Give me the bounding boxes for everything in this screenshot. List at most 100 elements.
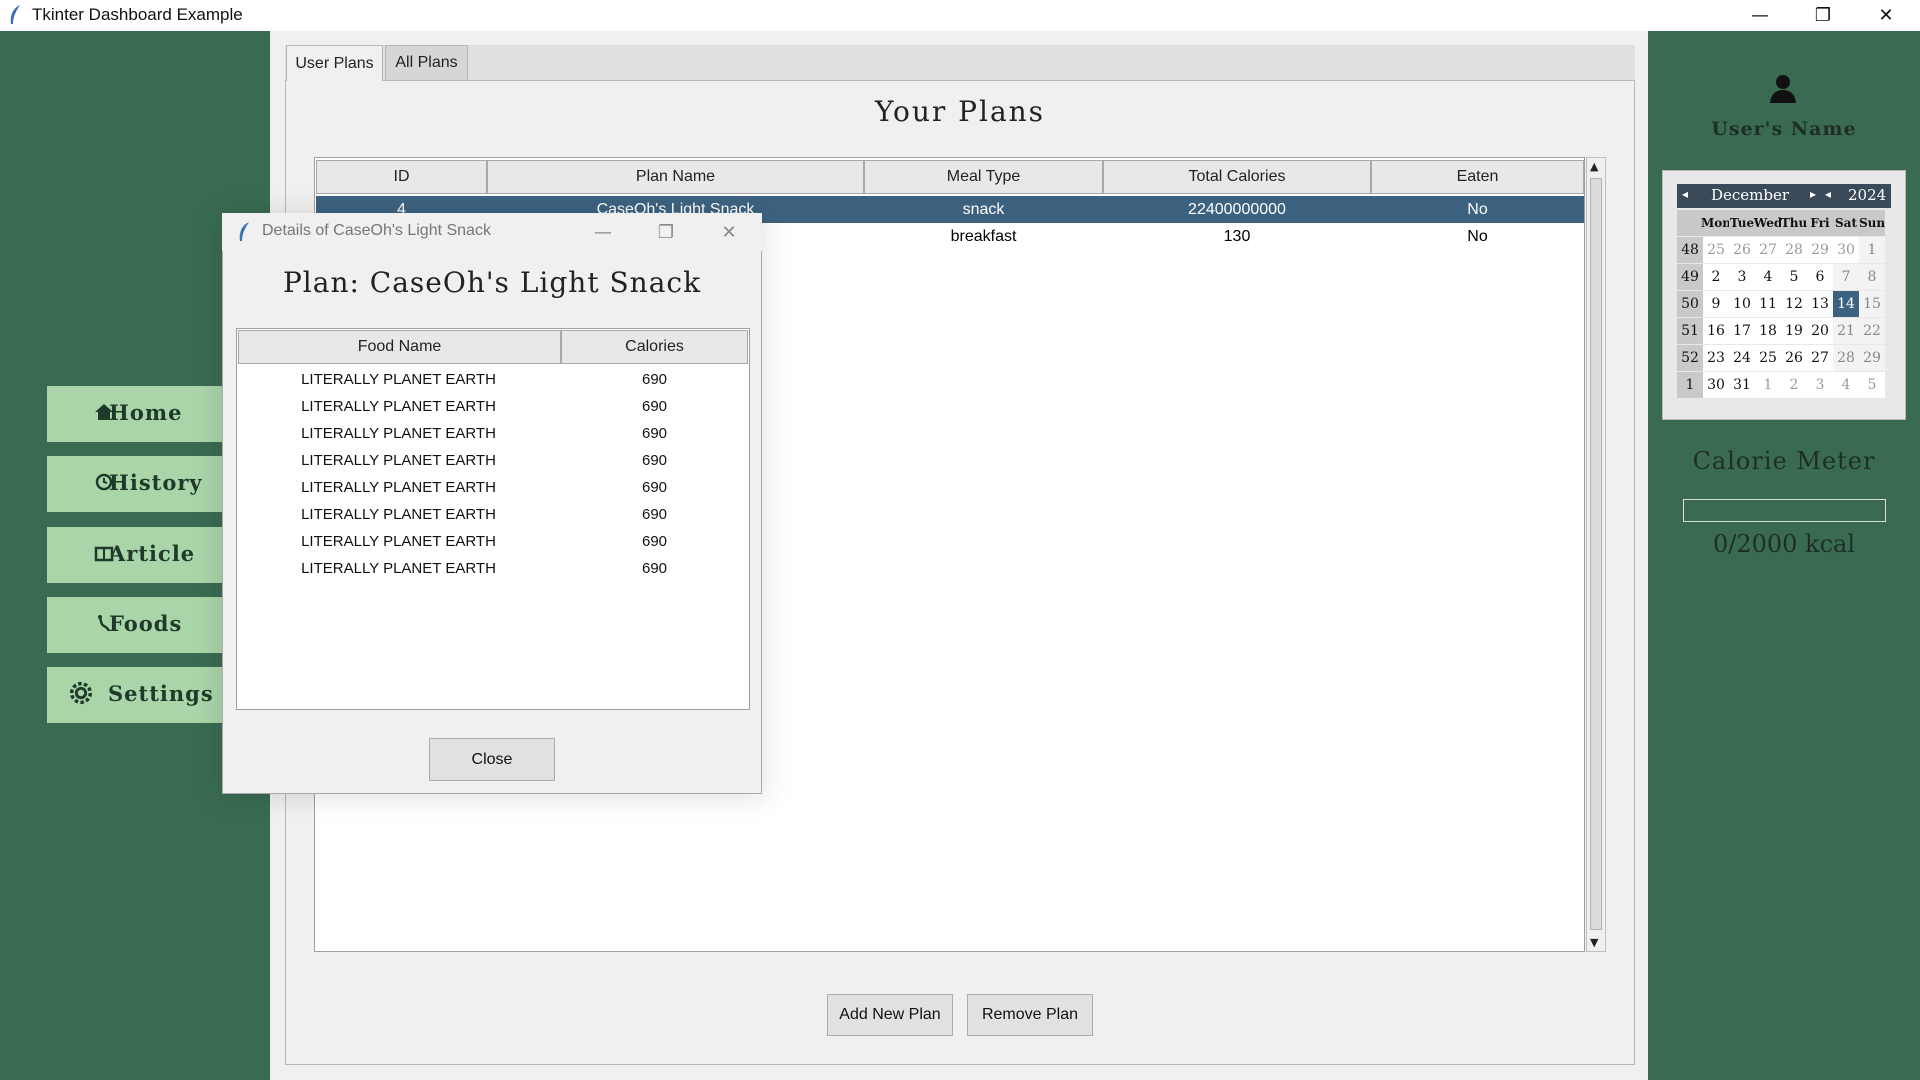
column-header-plan-name[interactable]: Plan Name: [487, 160, 864, 194]
calendar-week-number: 51: [1677, 318, 1703, 344]
calendar-day[interactable]: 4: [1833, 372, 1859, 398]
calendar-day[interactable]: 26: [1729, 237, 1755, 263]
calendar-weekday-header: Wed: [1754, 210, 1782, 236]
sidebar-item-history[interactable]: History: [47, 456, 222, 512]
dialog-minimize-button[interactable]: —: [574, 216, 632, 248]
tab-user-plans[interactable]: User Plans: [286, 45, 383, 81]
food-calories-cell: 690: [641, 398, 668, 415]
list-item[interactable]: LITERALLY PLANET EARTH 690: [238, 420, 748, 447]
calendar-day[interactable]: 23: [1703, 345, 1729, 371]
calendar-day[interactable]: 9: [1703, 291, 1729, 317]
calendar-day[interactable]: 2: [1703, 264, 1729, 290]
food-name-cell: LITERALLY PLANET EARTH: [301, 533, 496, 550]
sidebar-item-home[interactable]: Home: [47, 386, 222, 442]
calendar-day[interactable]: 4: [1755, 264, 1781, 290]
sidebar-item-label: Article: [109, 541, 196, 566]
close-window-button[interactable]: ✕: [1856, 0, 1916, 31]
remove-plan-button[interactable]: Remove Plan: [967, 994, 1093, 1036]
calendar-day[interactable]: 20: [1807, 318, 1833, 344]
scrollbar-thumb[interactable]: [1590, 178, 1602, 930]
food-name-cell: LITERALLY PLANET EARTH: [301, 452, 496, 469]
calendar-day[interactable]: 7: [1833, 264, 1859, 290]
food-name-cell: LITERALLY PLANET EARTH: [301, 371, 496, 388]
scroll-down-icon[interactable]: ▼: [1590, 936, 1598, 949]
calendar-day[interactable]: 10: [1729, 291, 1755, 317]
calorie-meter-bar: [1683, 499, 1886, 522]
maximize-button[interactable]: ❐: [1793, 0, 1853, 31]
calendar-day[interactable]: 31: [1729, 372, 1755, 398]
calendar-day[interactable]: 28: [1781, 237, 1807, 263]
column-header-eaten[interactable]: Eaten: [1371, 160, 1584, 194]
list-item[interactable]: LITERALLY PLANET EARTH 690: [238, 501, 748, 528]
food-calories-cell: 690: [641, 371, 668, 388]
next-month-icon[interactable]: ▸: [1810, 187, 1816, 201]
close-button[interactable]: Close: [429, 738, 555, 781]
calendar-day[interactable]: 28: [1833, 345, 1859, 371]
food-name-cell: LITERALLY PLANET EARTH: [301, 425, 496, 442]
column-header-food-name[interactable]: Food Name: [238, 330, 561, 364]
calendar-weekday-header: Sat: [1833, 210, 1859, 236]
calendar-day[interactable]: 22: [1859, 318, 1885, 344]
column-header-meal-type[interactable]: Meal Type: [864, 160, 1103, 194]
sidebar-item-article[interactable]: Article: [47, 527, 222, 583]
calendar-day[interactable]: 8: [1859, 264, 1885, 290]
calendar-day[interactable]: 29: [1859, 345, 1885, 371]
calendar-day[interactable]: 11: [1755, 291, 1781, 317]
calendar-day[interactable]: 26: [1781, 345, 1807, 371]
calendar-day[interactable]: 27: [1755, 237, 1781, 263]
add-new-plan-button[interactable]: Add New Plan: [827, 994, 953, 1036]
calendar-header: ◂ December ▸ ◂ 2024: [1677, 184, 1891, 208]
gear-icon: [69, 681, 93, 705]
calendar-day[interactable]: 14: [1833, 291, 1859, 317]
sidebar-item-foods[interactable]: Foods: [47, 597, 222, 653]
prev-month-icon[interactable]: ◂: [1682, 187, 1688, 201]
list-item[interactable]: LITERALLY PLANET EARTH 690: [238, 366, 748, 393]
calendar-day[interactable]: 25: [1703, 237, 1729, 263]
column-header-calories[interactable]: Calories: [561, 330, 748, 364]
sidebar-item-settings[interactable]: Settings: [47, 667, 222, 723]
list-item[interactable]: LITERALLY PLANET EARTH 690: [238, 393, 748, 420]
prev-year-icon[interactable]: ◂: [1825, 187, 1831, 201]
list-item[interactable]: LITERALLY PLANET EARTH 690: [238, 528, 748, 555]
column-header-id[interactable]: ID: [316, 160, 487, 194]
sidebar-item-label: History: [109, 470, 203, 495]
window-title: Tkinter Dashboard Example: [32, 5, 243, 24]
calendar-day[interactable]: 21: [1833, 318, 1859, 344]
calendar-day[interactable]: 5: [1859, 372, 1885, 398]
calendar-day[interactable]: 19: [1781, 318, 1807, 344]
calendar-day[interactable]: 5: [1781, 264, 1807, 290]
tab-all-plans[interactable]: All Plans: [385, 45, 468, 81]
scroll-up-icon[interactable]: ▲: [1590, 160, 1598, 173]
column-header-total-calories[interactable]: Total Calories: [1103, 160, 1371, 194]
list-item[interactable]: LITERALLY PLANET EARTH 690: [238, 474, 748, 501]
calendar-day[interactable]: 25: [1755, 345, 1781, 371]
calendar-day[interactable]: 1: [1859, 237, 1885, 263]
calendar-weekday-header: Sun: [1859, 210, 1885, 236]
calendar-day[interactable]: 13: [1807, 291, 1833, 317]
calendar-day[interactable]: 18: [1755, 318, 1781, 344]
calendar-day[interactable]: 30: [1833, 237, 1859, 263]
list-item[interactable]: LITERALLY PLANET EARTH 690: [238, 555, 748, 582]
user-icon: [1770, 75, 1796, 103]
calendar-day[interactable]: 16: [1703, 318, 1729, 344]
minimize-button[interactable]: —: [1730, 0, 1790, 31]
calendar-day[interactable]: 27: [1807, 345, 1833, 371]
calendar-day[interactable]: 30: [1703, 372, 1729, 398]
food-name-cell: LITERALLY PLANET EARTH: [301, 506, 496, 523]
dialog-close-icon[interactable]: ✕: [700, 216, 758, 248]
tab-bar: [285, 45, 1635, 81]
calendar-day[interactable]: 3: [1729, 264, 1755, 290]
calendar-day[interactable]: 2: [1781, 372, 1807, 398]
calendar-day[interactable]: 15: [1859, 291, 1885, 317]
calendar-day[interactable]: 17: [1729, 318, 1755, 344]
calendar-day[interactable]: 6: [1807, 264, 1833, 290]
calendar-weekday-header: Mon: [1701, 210, 1731, 236]
calendar-day[interactable]: 29: [1807, 237, 1833, 263]
calendar-day[interactable]: 1: [1755, 372, 1781, 398]
calendar-day[interactable]: 24: [1729, 345, 1755, 371]
calendar-day[interactable]: 3: [1807, 372, 1833, 398]
plans-scrollbar[interactable]: ▲ ▼: [1586, 157, 1606, 952]
list-item[interactable]: LITERALLY PLANET EARTH 690: [238, 447, 748, 474]
dialog-maximize-button[interactable]: ❐: [637, 216, 695, 248]
calendar-day[interactable]: 12: [1781, 291, 1807, 317]
